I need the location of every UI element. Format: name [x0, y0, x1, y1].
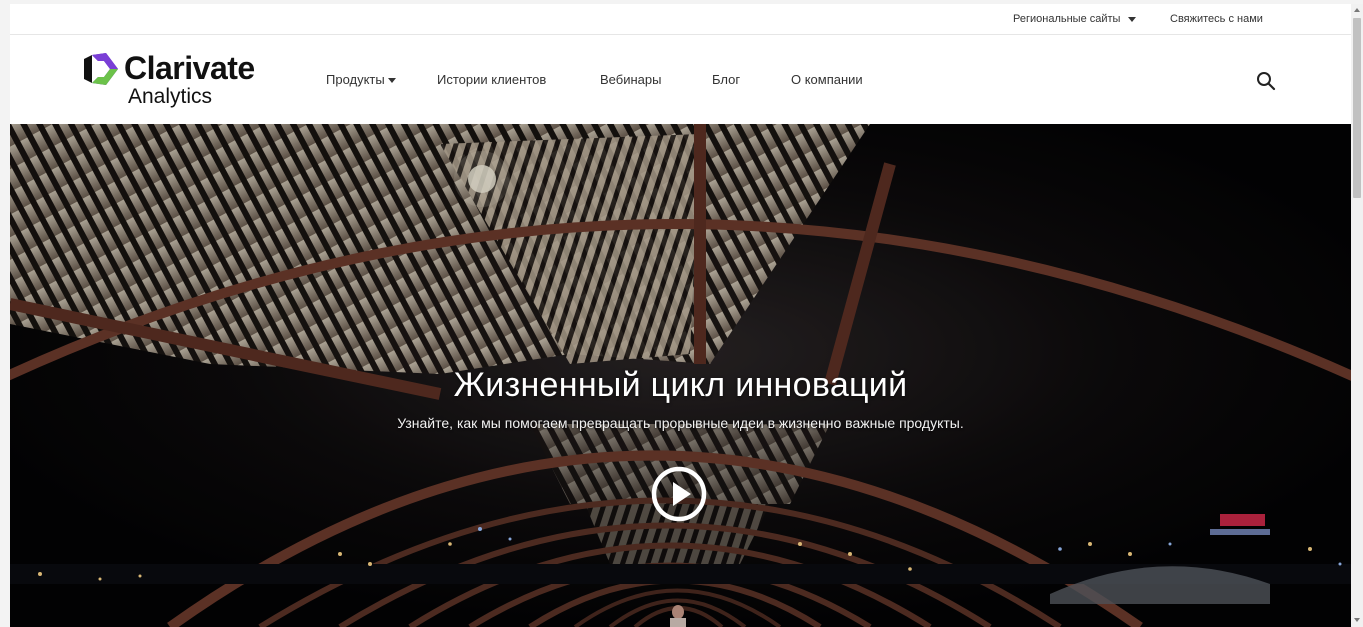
hero-title: Жизненный цикл инноваций	[453, 366, 908, 404]
regional-sites-dropdown[interactable]: Региональные сайты	[1013, 13, 1137, 25]
logo-wordmark: Clarivate	[124, 50, 255, 86]
nav-products-label: Продукты	[326, 72, 385, 87]
scrollbar-thumb[interactable]	[1353, 18, 1361, 198]
utility-bar: Региональные сайты Свяжитесь с нами	[10, 4, 1351, 35]
nav-webinars[interactable]: Вебинары	[600, 72, 661, 87]
hero-subtitle: Узнайте, как мы помогаем превращать прор…	[397, 415, 964, 431]
nav-blog[interactable]: Блог	[712, 72, 740, 87]
chevron-down-icon	[1128, 16, 1137, 22]
contact-us-link[interactable]: Свяжитесь с нами	[1170, 13, 1263, 25]
nav-products[interactable]: Продукты	[326, 72, 396, 87]
play-icon[interactable]	[651, 466, 707, 522]
chevron-down-icon	[387, 78, 396, 84]
scroll-up-icon[interactable]	[1354, 8, 1360, 12]
nav-customer-stories[interactable]: Истории клиентов	[437, 72, 546, 87]
nav-about[interactable]: О компании	[791, 72, 863, 87]
clarivate-logo[interactable]: Clarivate Analytics	[82, 49, 272, 111]
scroll-down-icon[interactable]	[1354, 618, 1360, 622]
main-header: Clarivate Analytics Продукты Истории кли…	[10, 35, 1351, 124]
hero-banner: Жизненный цикл инноваций Узнайте, как мы…	[10, 124, 1351, 627]
clarivate-logo-icon	[84, 53, 118, 85]
regional-sites-label: Региональные сайты	[1013, 13, 1121, 25]
search-icon[interactable]	[1256, 71, 1276, 91]
page-scrollbar[interactable]	[1351, 4, 1363, 627]
logo-subtitle: Analytics	[128, 85, 213, 108]
